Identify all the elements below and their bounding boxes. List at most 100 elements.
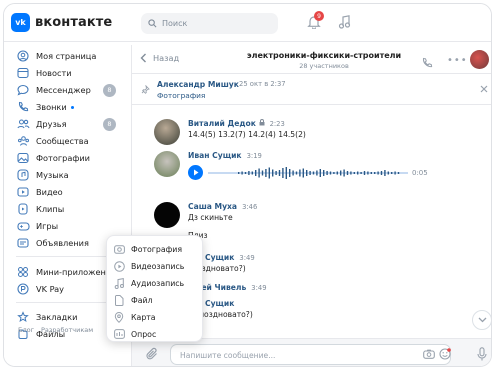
top-header: vk вконтакте Поиск 9 [4, 4, 491, 42]
attach-file[interactable]: Файл [113, 292, 153, 308]
music-icon [16, 168, 30, 182]
voice-message[interactable]: 0:05 [188, 165, 428, 180]
waveform-bar [289, 168, 291, 177]
waveform-bar [251, 171, 253, 174]
music-note-icon [338, 15, 351, 29]
waveform-bar [333, 171, 335, 174]
search-input[interactable]: Поиск [141, 13, 278, 34]
notification-badge: 9 [314, 11, 324, 21]
sidebar-item-clips[interactable]: Клипы [16, 201, 120, 217]
waveform-bar [336, 171, 338, 174]
play-button[interactable] [188, 165, 203, 180]
sidebar-item-games[interactable]: Игры [16, 218, 120, 234]
mini-apps-icon [16, 265, 30, 279]
menu-item-label: Карта [131, 312, 156, 322]
waveform-bar [241, 171, 243, 174]
attach-video[interactable]: Видеозапись [113, 258, 184, 274]
author-name[interactable]: Саша Муха [188, 202, 237, 211]
poll-icon [113, 328, 125, 340]
pinned-author[interactable]: Александр Мишук [157, 80, 239, 89]
avatar[interactable] [154, 151, 180, 177]
waveform-bar [265, 168, 267, 177]
chat-members-count[interactable]: 28 участников [239, 62, 409, 70]
sidebar-item-mini-apps[interactable]: Мини-приложения [16, 264, 120, 280]
microphone-icon[interactable] [477, 347, 487, 361]
menu-item-label: Опрос [131, 329, 157, 339]
sidebar-item-news[interactable]: Новости [16, 65, 120, 81]
avatar[interactable] [154, 119, 180, 145]
avatar[interactable] [154, 202, 180, 228]
sidebar-item-label: Фотографии [36, 153, 90, 163]
sidebar-item-vk-pay[interactable]: VK Pay [16, 281, 120, 297]
message-author[interactable]: Иван Сущик 3:19 [188, 151, 262, 160]
sidebar-item-label: Закладки [36, 312, 78, 322]
chat-title[interactable]: электроники-фиксики-строители [239, 51, 409, 60]
message-input[interactable]: Напишите сообщение... [170, 344, 451, 365]
vk-logo-mark: vk [11, 13, 30, 32]
attach-audio[interactable]: Аудиозапись [113, 275, 184, 291]
pinned-message[interactable]: Александр Мишук 25 окт в 2:37 Фотография [132, 75, 491, 105]
music-note-icon [113, 277, 125, 289]
sidebar-item-ads[interactable]: Объявления [16, 235, 120, 251]
emoji-icon[interactable] [439, 348, 451, 360]
attach-poll[interactable]: Опрос [113, 326, 156, 342]
footer-link-developers[interactable]: Разработчикам [41, 326, 93, 334]
attach-map[interactable]: Карта [113, 309, 156, 325]
sidebar-item-calls[interactable]: Звонки [16, 99, 120, 115]
unread-badge: 8 [103, 83, 116, 97]
pinned-attachment[interactable]: Фотография [157, 91, 205, 100]
sidebar-item-bookmarks[interactable]: Закладки [16, 309, 120, 325]
message-author[interactable]: Виталий Дедок 2:23 [188, 119, 285, 128]
footer-link-blog[interactable]: Блог [18, 326, 34, 334]
message-time: 3:46 [242, 203, 258, 211]
sidebar-item-video[interactable]: Видео [16, 184, 120, 200]
waveform-bar [292, 170, 294, 175]
waveform-bar [295, 171, 298, 174]
sidebar-item-photos[interactable]: Фотографии [16, 150, 120, 166]
waveform-bar [268, 167, 270, 178]
music-player-button[interactable] [338, 14, 351, 33]
more-options-icon[interactable]: ••• [447, 55, 468, 66]
play-icon [193, 169, 198, 176]
waveform[interactable] [208, 166, 408, 180]
paperclip-icon[interactable] [146, 347, 159, 361]
back-button[interactable]: Назад [140, 53, 179, 63]
waveform-bar [299, 169, 301, 176]
sidebar-item-my-page[interactable]: Моя страница [16, 48, 120, 64]
waveform-bar [312, 171, 315, 174]
search-placeholder: Поиск [162, 19, 188, 28]
menu-item-label: Аудиозапись [131, 278, 185, 288]
waveform-bar [329, 171, 332, 174]
scroll-down-button[interactable] [472, 310, 491, 330]
waveform-bar [380, 170, 383, 175]
attachment-menu: Фотография Видеозапись Аудиозапись Файл … [106, 235, 203, 342]
author-name[interactable]: Виталий Дедок [188, 119, 256, 128]
ads-icon [16, 236, 30, 250]
sidebar-item-music[interactable]: Музыка [16, 167, 120, 183]
camera-icon[interactable] [423, 349, 435, 359]
sidebar-item-communities[interactable]: Сообщества [16, 133, 120, 149]
message-author[interactable]: ргей Чивель 3:49 [192, 283, 267, 292]
sidebar-item-friends[interactable]: Друзья 8 [16, 116, 120, 132]
author-name[interactable]: Иван Сущик [188, 151, 242, 160]
sidebar-divider [16, 302, 116, 303]
waveform-bar [360, 171, 362, 174]
waveform-bar [357, 171, 359, 174]
waveform-bar [238, 171, 240, 174]
clips-icon [16, 202, 30, 216]
chat-avatar[interactable] [470, 50, 489, 69]
sidebar-item-messenger[interactable]: Мессенджер 8 [16, 82, 120, 98]
message-author[interactable]: Саша Муха 3:46 [188, 202, 257, 211]
attach-photo[interactable]: Фотография [113, 241, 182, 257]
waveform-bar [340, 170, 342, 175]
waveform-bar [326, 170, 328, 175]
vk-logo[interactable]: vk вконтакте [11, 13, 112, 32]
waveform-bar [367, 171, 369, 174]
sidebar-item-label: VK Pay [36, 284, 65, 294]
call-button[interactable] [421, 54, 433, 73]
sidebar-item-label: Друзья [36, 119, 67, 129]
close-icon[interactable] [480, 85, 488, 93]
notifications-button[interactable]: 9 [307, 11, 324, 33]
phone-icon [16, 100, 30, 114]
waveform-bar [261, 170, 264, 175]
